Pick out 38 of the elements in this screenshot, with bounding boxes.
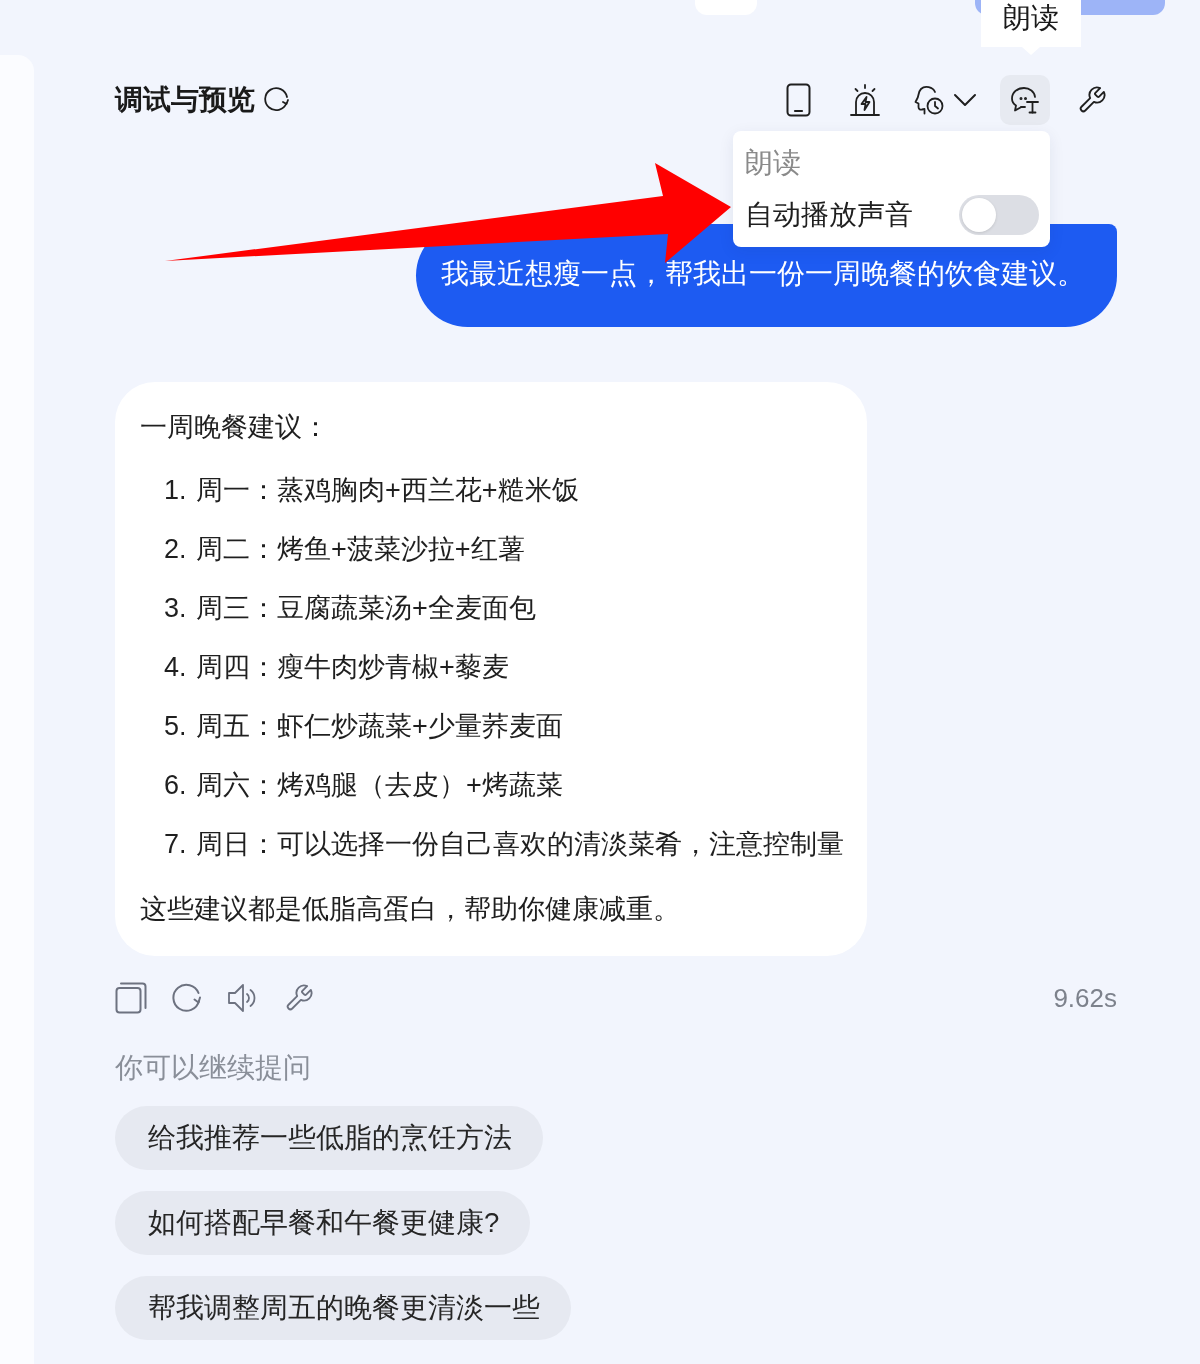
tooltip: 朗读 bbox=[981, 0, 1081, 55]
list-item-text: 周五：虾仁炒蔬菜+少量荞麦面 bbox=[196, 711, 563, 741]
suggestions-label: 你可以继续提问 bbox=[115, 1051, 312, 1085]
suggestion-chip[interactable]: 帮我调整周五的晚餐更清淡一些 bbox=[115, 1276, 571, 1340]
response-time: 9.62s bbox=[1053, 983, 1117, 1013]
list-number: 2. bbox=[164, 533, 188, 566]
answer-heading: 一周晚餐建议： bbox=[140, 411, 330, 444]
answer-text: 这些建议都是低脂高蛋白，帮助你健康减重。 bbox=[140, 893, 681, 926]
wrench-icon bbox=[1077, 85, 1107, 115]
phone-icon bbox=[785, 83, 811, 117]
read-aloud-button[interactable] bbox=[1000, 75, 1050, 125]
list-item-text: 周四：瘦牛肉炒青椒+藜麦 bbox=[196, 652, 509, 682]
list-item-text: 周六：烤鸡腿（去皮）+烤蔬菜 bbox=[196, 770, 563, 800]
list-item-text: 周三：豆腐蔬菜汤+全麦面包 bbox=[196, 593, 536, 623]
list-number: 3. bbox=[164, 592, 188, 625]
copy-icon bbox=[115, 982, 147, 1014]
copy-button[interactable] bbox=[115, 982, 147, 1014]
regenerate-button[interactable] bbox=[171, 982, 203, 1014]
refresh-icon[interactable] bbox=[263, 87, 289, 113]
speech-bubble-icon bbox=[1010, 86, 1040, 114]
wrench-icon bbox=[284, 983, 314, 1013]
head-clock-icon bbox=[913, 84, 945, 116]
suggestion-chip[interactable]: 如何搭配早餐和午餐更健康? bbox=[115, 1191, 531, 1255]
list-item-text: 周日：可以选择一份自己喜欢的清淡菜肴，注意控制量 bbox=[196, 829, 844, 859]
list-number: 7. bbox=[164, 828, 188, 861]
popover-title: 朗读 bbox=[745, 146, 802, 180]
list-number: 6. bbox=[164, 769, 188, 802]
list-number: 1. bbox=[164, 474, 188, 507]
refresh-icon bbox=[172, 983, 202, 1013]
list-number: 4. bbox=[164, 651, 188, 684]
list-number: 5. bbox=[164, 710, 188, 743]
toggle-switch[interactable] bbox=[959, 195, 1039, 235]
chevron-down-icon bbox=[953, 93, 977, 107]
panel-title: 调试与预览 bbox=[115, 83, 255, 117]
siren-icon bbox=[850, 84, 880, 116]
list-item-text: 周二：烤鱼+菠菜沙拉+红薯 bbox=[196, 534, 525, 564]
suggestion-chip[interactable]: 给我推荐一些低脂的烹饪方法 bbox=[115, 1106, 543, 1170]
list-item-text: 周一：蒸鸡胸肉+西兰花+糙米饭 bbox=[196, 475, 579, 505]
